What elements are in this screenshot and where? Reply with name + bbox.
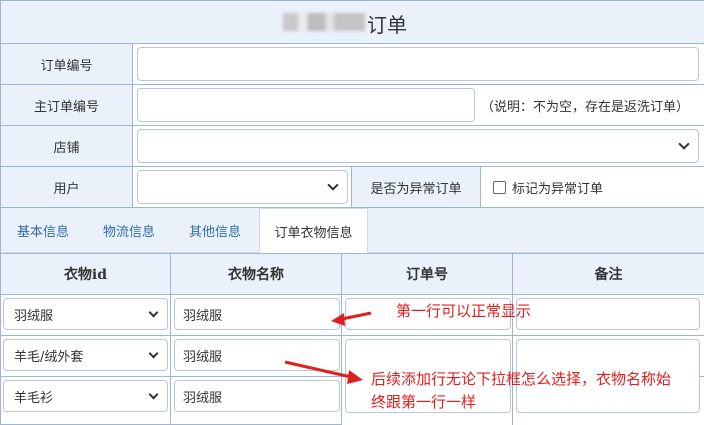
arrow-1-head <box>331 313 345 326</box>
annotation-later-rows-line1: 后续添加行无论下拉框怎么选择，衣物名称始 <box>371 370 672 388</box>
annotation-later-rows-line2: 终跟第一行一样 <box>371 393 477 411</box>
arrow-2-shaft <box>284 360 352 379</box>
annotation-arrows <box>284 311 372 384</box>
annotation-first-row: 第一行可以正常显示 <box>396 302 532 320</box>
order-form-window: 订单 订单编号 主订单编号 （说明：不为空，存在是返洗订单） 店铺 用户 是否为… <box>0 0 704 425</box>
arrow-2-head <box>347 370 363 384</box>
